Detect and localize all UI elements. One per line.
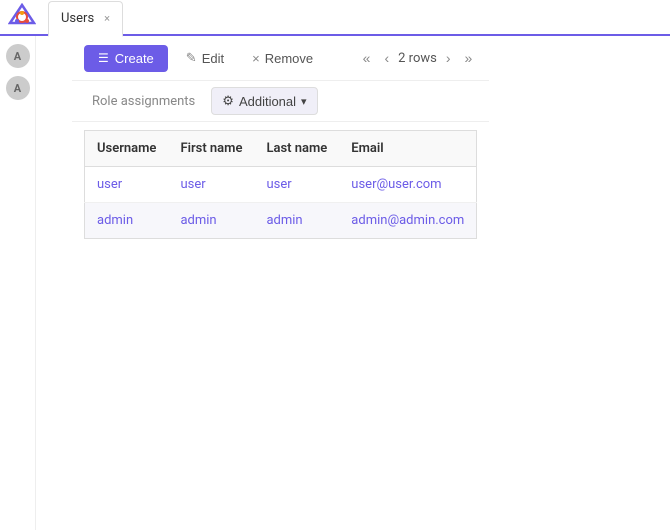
- table-body: useruseruseruser@user.comadminadminadmin…: [85, 167, 477, 239]
- cell-lastName-0: user: [254, 167, 339, 203]
- sub-toolbar: Role assignments ⚙ Additional ▾: [72, 81, 489, 122]
- table-row[interactable]: adminadminadminadmin@admin.com: [85, 203, 477, 239]
- page-first-button[interactable]: «: [358, 49, 376, 67]
- role-assignments-link[interactable]: Role assignments: [84, 90, 203, 113]
- content-area: ☰ Create ✎ Edit × Remove « ‹ 2 rows › »: [72, 36, 489, 530]
- pagination: « ‹ 2 rows › »: [358, 49, 478, 67]
- top-bar: Users ×: [0, 0, 670, 36]
- page-next-button[interactable]: ›: [441, 49, 456, 67]
- edit-icon: ✎: [186, 50, 197, 66]
- cell-username-0: user: [85, 167, 169, 203]
- additional-button[interactable]: ⚙ Additional ▾: [211, 87, 317, 115]
- users-table: Username First name Last name Email user…: [84, 130, 477, 239]
- page-last-button[interactable]: »: [460, 49, 478, 67]
- create-label: Create: [115, 51, 154, 66]
- header-row: Username First name Last name Email: [85, 131, 477, 167]
- cell-lastName-1: admin: [254, 203, 339, 239]
- remove-button[interactable]: × Remove: [242, 45, 323, 72]
- remove-label: Remove: [265, 51, 313, 66]
- left-sidebar: A A: [0, 36, 36, 530]
- remove-icon: ×: [252, 51, 260, 66]
- sidebar-avatar-a2: A: [6, 76, 30, 100]
- table-header: Username First name Last name Email: [85, 131, 477, 167]
- chevron-down-icon: ▾: [301, 95, 307, 108]
- tab-close-icon[interactable]: ×: [104, 12, 110, 25]
- app-logo: [8, 3, 36, 31]
- gear-icon: ⚙: [222, 93, 234, 109]
- create-icon: ☰: [98, 51, 109, 65]
- tab-users[interactable]: Users ×: [48, 1, 123, 37]
- sidebar-avatar-a1: A: [6, 44, 30, 68]
- additional-label: Additional: [239, 94, 296, 109]
- edit-label: Edit: [202, 51, 224, 66]
- cell-email-0: user@user.com: [339, 167, 477, 203]
- table-container: Username First name Last name Email user…: [72, 122, 489, 530]
- cell-username-1: admin: [85, 203, 169, 239]
- col-username: Username: [85, 131, 169, 167]
- col-firstname: First name: [168, 131, 254, 167]
- edit-button[interactable]: ✎ Edit: [176, 44, 234, 72]
- tab-label: Users: [61, 11, 94, 26]
- col-lastname: Last name: [254, 131, 339, 167]
- col-email: Email: [339, 131, 477, 167]
- create-button[interactable]: ☰ Create: [84, 45, 168, 72]
- role-assignments-label: Role assignments: [92, 94, 195, 109]
- table-row[interactable]: useruseruseruser@user.com: [85, 167, 477, 203]
- row-count: 2 rows: [398, 51, 437, 66]
- toolbar: ☰ Create ✎ Edit × Remove « ‹ 2 rows › »: [72, 36, 489, 81]
- cell-firstName-0: user: [168, 167, 254, 203]
- main-layout: A A ☰ Create ✎ Edit × Remove « ‹: [0, 36, 670, 530]
- page-prev-button[interactable]: ‹: [379, 49, 394, 67]
- cell-email-1: admin@admin.com: [339, 203, 477, 239]
- cell-firstName-1: admin: [168, 203, 254, 239]
